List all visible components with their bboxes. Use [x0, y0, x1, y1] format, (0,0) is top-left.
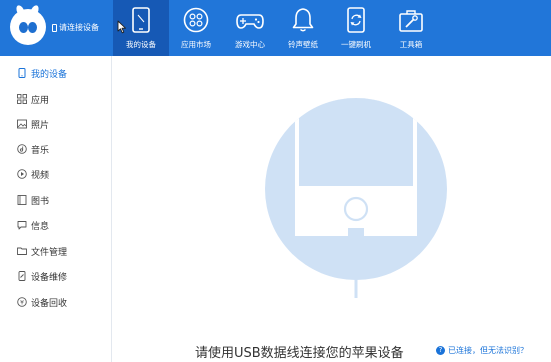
sidebar-item-photos[interactable]: 照片 [0, 113, 112, 135]
phone-usb-illustration [265, 98, 447, 298]
sidebar-item-books[interactable]: 图书 [0, 189, 112, 211]
top-bar: 请连接设备 我的设备 应用市场 游戏中心 铃声壁纸 一键刷机 工具箱 [0, 0, 551, 56]
main-content: 请使用USB数据线连接您的苹果设备 ? 已连接，但无法识别？ [113, 56, 551, 362]
nav-ringtone-wallpaper[interactable]: 铃声壁纸 [275, 0, 331, 56]
sidebar-item-file-manager[interactable]: 文件管理 [0, 240, 112, 262]
recycle-icon: ¥ [17, 297, 27, 307]
mouse-cursor-icon [117, 20, 126, 34]
nav-label: 游戏中心 [235, 40, 265, 49]
nav-toolbox[interactable]: 工具箱 [383, 0, 439, 56]
nav-app-market[interactable]: 应用市场 [168, 0, 224, 56]
nav-label: 铃声壁纸 [288, 40, 318, 49]
sidebar-item-label: 设备回收 [31, 299, 68, 309]
sidebar-item-my-device[interactable]: 我的设备 [0, 62, 112, 84]
help-link-label: 已连接，但无法识别？ [448, 346, 528, 355]
sidebar-item-label: 音乐 [31, 146, 50, 156]
sidebar-item-label: 我的设备 [31, 70, 68, 80]
repair-icon [18, 271, 26, 281]
sidebar-item-label: 视频 [31, 171, 50, 181]
nav-one-click-flash[interactable]: 一键刷机 [328, 0, 384, 56]
video-icon [17, 169, 27, 179]
gamepad-icon [236, 14, 264, 29]
nav-label: 一键刷机 [341, 40, 371, 49]
sidebar-item-messages[interactable]: 信息 [0, 214, 112, 236]
app-logo [10, 4, 46, 45]
toolbox-icon [399, 10, 423, 32]
sidebar-item-device-repair[interactable]: 设备维修 [0, 265, 112, 287]
device-icon [18, 68, 26, 78]
sidebar-item-device-recycle[interactable]: ¥ 设备回收 [0, 291, 112, 313]
sidebar-item-label: 信息 [31, 222, 50, 232]
phone-small-icon [52, 23, 57, 32]
phone-icon [132, 7, 150, 33]
app-grid-icon [183, 7, 209, 33]
nav-label: 应用市场 [181, 40, 211, 49]
sidebar-item-label: 照片 [31, 121, 50, 131]
sidebar: 我的设备 应用 照片 音乐 视频 图书 信息 文件管理 设备维修 ¥ 设备回收 [0, 56, 112, 362]
connect-status[interactable]: 请连接设备 [52, 22, 99, 33]
sidebar-item-music[interactable]: 音乐 [0, 138, 112, 160]
nav-label: 工具箱 [399, 40, 423, 49]
message-icon [17, 221, 27, 230]
question-icon: ? [436, 346, 445, 355]
sidebar-item-label: 图书 [31, 197, 50, 207]
book-icon [17, 195, 27, 205]
music-icon [17, 144, 27, 154]
usb-connect-hint: 请使用USB数据线连接您的苹果设备 [195, 346, 404, 361]
help-link[interactable]: ? 已连接，但无法识别？ [436, 345, 528, 356]
folder-icon [17, 247, 27, 255]
sidebar-item-label: 文件管理 [31, 248, 68, 258]
sidebar-item-video[interactable]: 视频 [0, 163, 112, 185]
sidebar-item-label: 应用 [31, 96, 50, 106]
bell-icon [292, 8, 314, 32]
flash-refresh-icon [347, 7, 365, 33]
nav-label: 我的设备 [126, 40, 156, 49]
connect-status-label: 请连接设备 [59, 23, 99, 32]
sidebar-item-label: 设备维修 [31, 273, 68, 283]
apps-icon [17, 94, 27, 104]
photo-icon [17, 119, 27, 129]
sidebar-item-apps[interactable]: 应用 [0, 88, 112, 110]
nav-game-center[interactable]: 游戏中心 [222, 0, 278, 56]
svg-text:¥: ¥ [20, 299, 24, 306]
